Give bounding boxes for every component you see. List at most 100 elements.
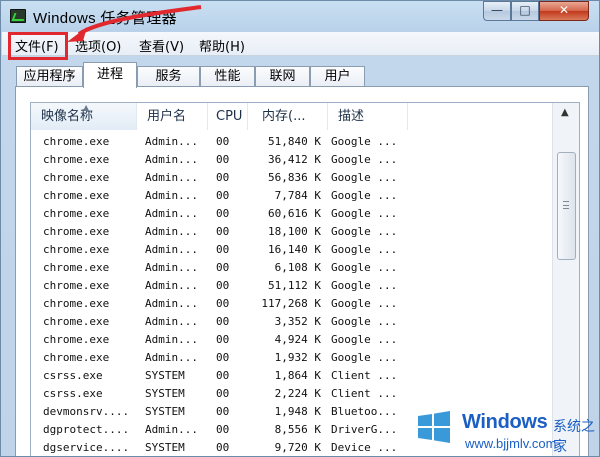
minimize-button[interactable]: —	[483, 1, 511, 21]
table-row[interactable]: chrome.exe Admin... 00 7,784 K Google ...	[31, 187, 552, 205]
tab-applications[interactable]: 应用程序	[16, 66, 83, 87]
column-header-description[interactable]: 描述	[328, 103, 408, 130]
cell-image-name: chrome.exe	[43, 153, 110, 166]
table-row[interactable]: chrome.exe Admin... 00 51,840 K Google ...	[31, 133, 552, 151]
cell-memory: 51,840 K	[268, 135, 321, 148]
column-header-image-name[interactable]: ▲ 映像名称	[31, 103, 137, 130]
cell-cpu: 00	[216, 315, 230, 328]
cell-user-name: Admin...	[145, 225, 198, 238]
cell-image-name: devmonsrv....	[43, 405, 130, 418]
cell-image-name: chrome.exe	[43, 279, 110, 292]
cell-description: Google ...	[331, 135, 398, 148]
cell-user-name: SYSTEM	[145, 441, 185, 454]
cell-description: Google ...	[331, 243, 398, 256]
cell-description: Google ...	[331, 351, 398, 364]
watermark-site-name: 系统之家	[553, 419, 595, 455]
cell-user-name: SYSTEM	[145, 405, 185, 418]
cell-user-name: Admin...	[145, 297, 198, 310]
cell-cpu: 00	[216, 297, 230, 310]
cell-user-name: Admin...	[145, 171, 198, 184]
cell-description: Google ...	[331, 153, 398, 166]
cell-user-name: SYSTEM	[145, 369, 185, 382]
cell-cpu: 00	[216, 261, 230, 274]
cell-memory: 2,224 K	[274, 387, 321, 400]
table-row[interactable]: chrome.exe Admin... 00 16,140 K Google ...	[31, 241, 552, 259]
tab-networking[interactable]: 联网	[255, 66, 310, 87]
cell-image-name: chrome.exe	[43, 135, 110, 148]
cell-memory: 3,352 K	[274, 315, 321, 328]
cell-memory: 1,932 K	[274, 351, 321, 364]
cell-memory: 18,100 K	[268, 225, 321, 238]
cell-image-name: dgprotect....	[43, 423, 130, 436]
cell-description: Bluetoo...	[331, 405, 398, 418]
cell-cpu: 00	[216, 279, 230, 292]
tab-services[interactable]: 服务	[137, 66, 200, 87]
cell-description: Device ...	[331, 441, 398, 454]
cell-image-name: chrome.exe	[43, 243, 110, 256]
cell-description: Google ...	[331, 315, 398, 328]
scroll-up-arrow-icon[interactable]: ▲	[561, 107, 569, 118]
cell-cpu: 00	[216, 135, 230, 148]
cell-description: Google ...	[331, 189, 398, 202]
list-header: ▲ 映像名称 用户名 CPU 内存(... 描述	[31, 103, 552, 130]
cell-memory: 117,268 K	[261, 297, 321, 310]
tab-users[interactable]: 用户	[310, 66, 365, 87]
cell-memory: 36,412 K	[268, 153, 321, 166]
annotation-highlight-box	[8, 32, 68, 60]
cell-image-name: csrss.exe	[43, 387, 103, 400]
cell-image-name: chrome.exe	[43, 207, 110, 220]
table-row[interactable]: chrome.exe Admin... 00 18,100 K Google ...	[31, 223, 552, 241]
cell-memory: 60,616 K	[268, 207, 321, 220]
maximize-button[interactable]: □	[511, 1, 539, 21]
cell-image-name: chrome.exe	[43, 351, 110, 364]
cell-user-name: Admin...	[145, 135, 198, 148]
column-header-user-name[interactable]: 用户名	[137, 103, 208, 130]
cell-cpu: 00	[216, 351, 230, 364]
table-row[interactable]: chrome.exe Admin... 00 4,924 K Google ...	[31, 331, 552, 349]
cell-description: Google ...	[331, 297, 398, 310]
cell-description: Google ...	[331, 261, 398, 274]
cell-image-name: dgservice....	[43, 441, 130, 454]
cell-user-name: Admin...	[145, 333, 198, 346]
table-row[interactable]: chrome.exe Admin... 00 3,352 K Google ...	[31, 313, 552, 331]
cell-memory: 16,140 K	[268, 243, 321, 256]
cell-description: Google ...	[331, 279, 398, 292]
table-row[interactable]: chrome.exe Admin... 00 51,112 K Google ...	[31, 277, 552, 295]
cell-memory: 1,864 K	[274, 369, 321, 382]
cell-cpu: 00	[216, 225, 230, 238]
table-row[interactable]: chrome.exe Admin... 00 6,108 K Google ...	[31, 259, 552, 277]
cell-user-name: Admin...	[145, 351, 198, 364]
cell-memory: 9,720 K	[274, 441, 321, 454]
cell-image-name: chrome.exe	[43, 333, 110, 346]
table-row[interactable]: chrome.exe Admin... 00 1,932 K Google ...	[31, 349, 552, 367]
table-row[interactable]: chrome.exe Admin... 00 60,616 K Google ...	[31, 205, 552, 223]
column-header-cpu[interactable]: CPU	[208, 103, 248, 130]
cell-user-name: Admin...	[145, 243, 198, 256]
cell-user-name: Admin...	[145, 189, 198, 202]
cell-memory: 7,784 K	[274, 189, 321, 202]
sort-indicator-icon: ▲	[83, 103, 90, 112]
tab-processes[interactable]: 进程	[83, 62, 137, 88]
cell-memory: 1,948 K	[274, 405, 321, 418]
cell-image-name: chrome.exe	[43, 189, 110, 202]
cell-image-name: chrome.exe	[43, 261, 110, 274]
table-row[interactable]: csrss.exe SYSTEM 00 1,864 K Client ...	[31, 367, 552, 385]
table-row[interactable]: chrome.exe Admin... 00 56,836 K Google ...	[31, 169, 552, 187]
cell-image-name: chrome.exe	[43, 171, 110, 184]
annotation-arrow-icon	[67, 5, 202, 42]
table-row[interactable]: chrome.exe Admin... 00 36,412 K Google ...	[31, 151, 552, 169]
cell-description: Google ...	[331, 171, 398, 184]
cell-image-name: chrome.exe	[43, 297, 110, 310]
table-row[interactable]: csrss.exe SYSTEM 00 2,224 K Client ...	[31, 385, 552, 403]
column-header-memory[interactable]: 内存(...	[248, 103, 328, 130]
tab-performance[interactable]: 性能	[200, 66, 255, 87]
cell-description: Client ...	[331, 387, 398, 400]
watermark-brand: Windows	[462, 411, 548, 433]
cell-cpu: 00	[216, 207, 230, 220]
cell-memory: 8,556 K	[274, 423, 321, 436]
scrollbar-grip-icon	[563, 201, 569, 209]
task-manager-window: Windows 任务管理器 — □ ✕ 文件(F) 选项(O) 查看(V) 帮助…	[0, 0, 600, 457]
close-button[interactable]: ✕	[539, 1, 589, 21]
cell-cpu: 00	[216, 387, 230, 400]
table-row[interactable]: chrome.exe Admin... 00 117,268 K Google ...	[31, 295, 552, 313]
